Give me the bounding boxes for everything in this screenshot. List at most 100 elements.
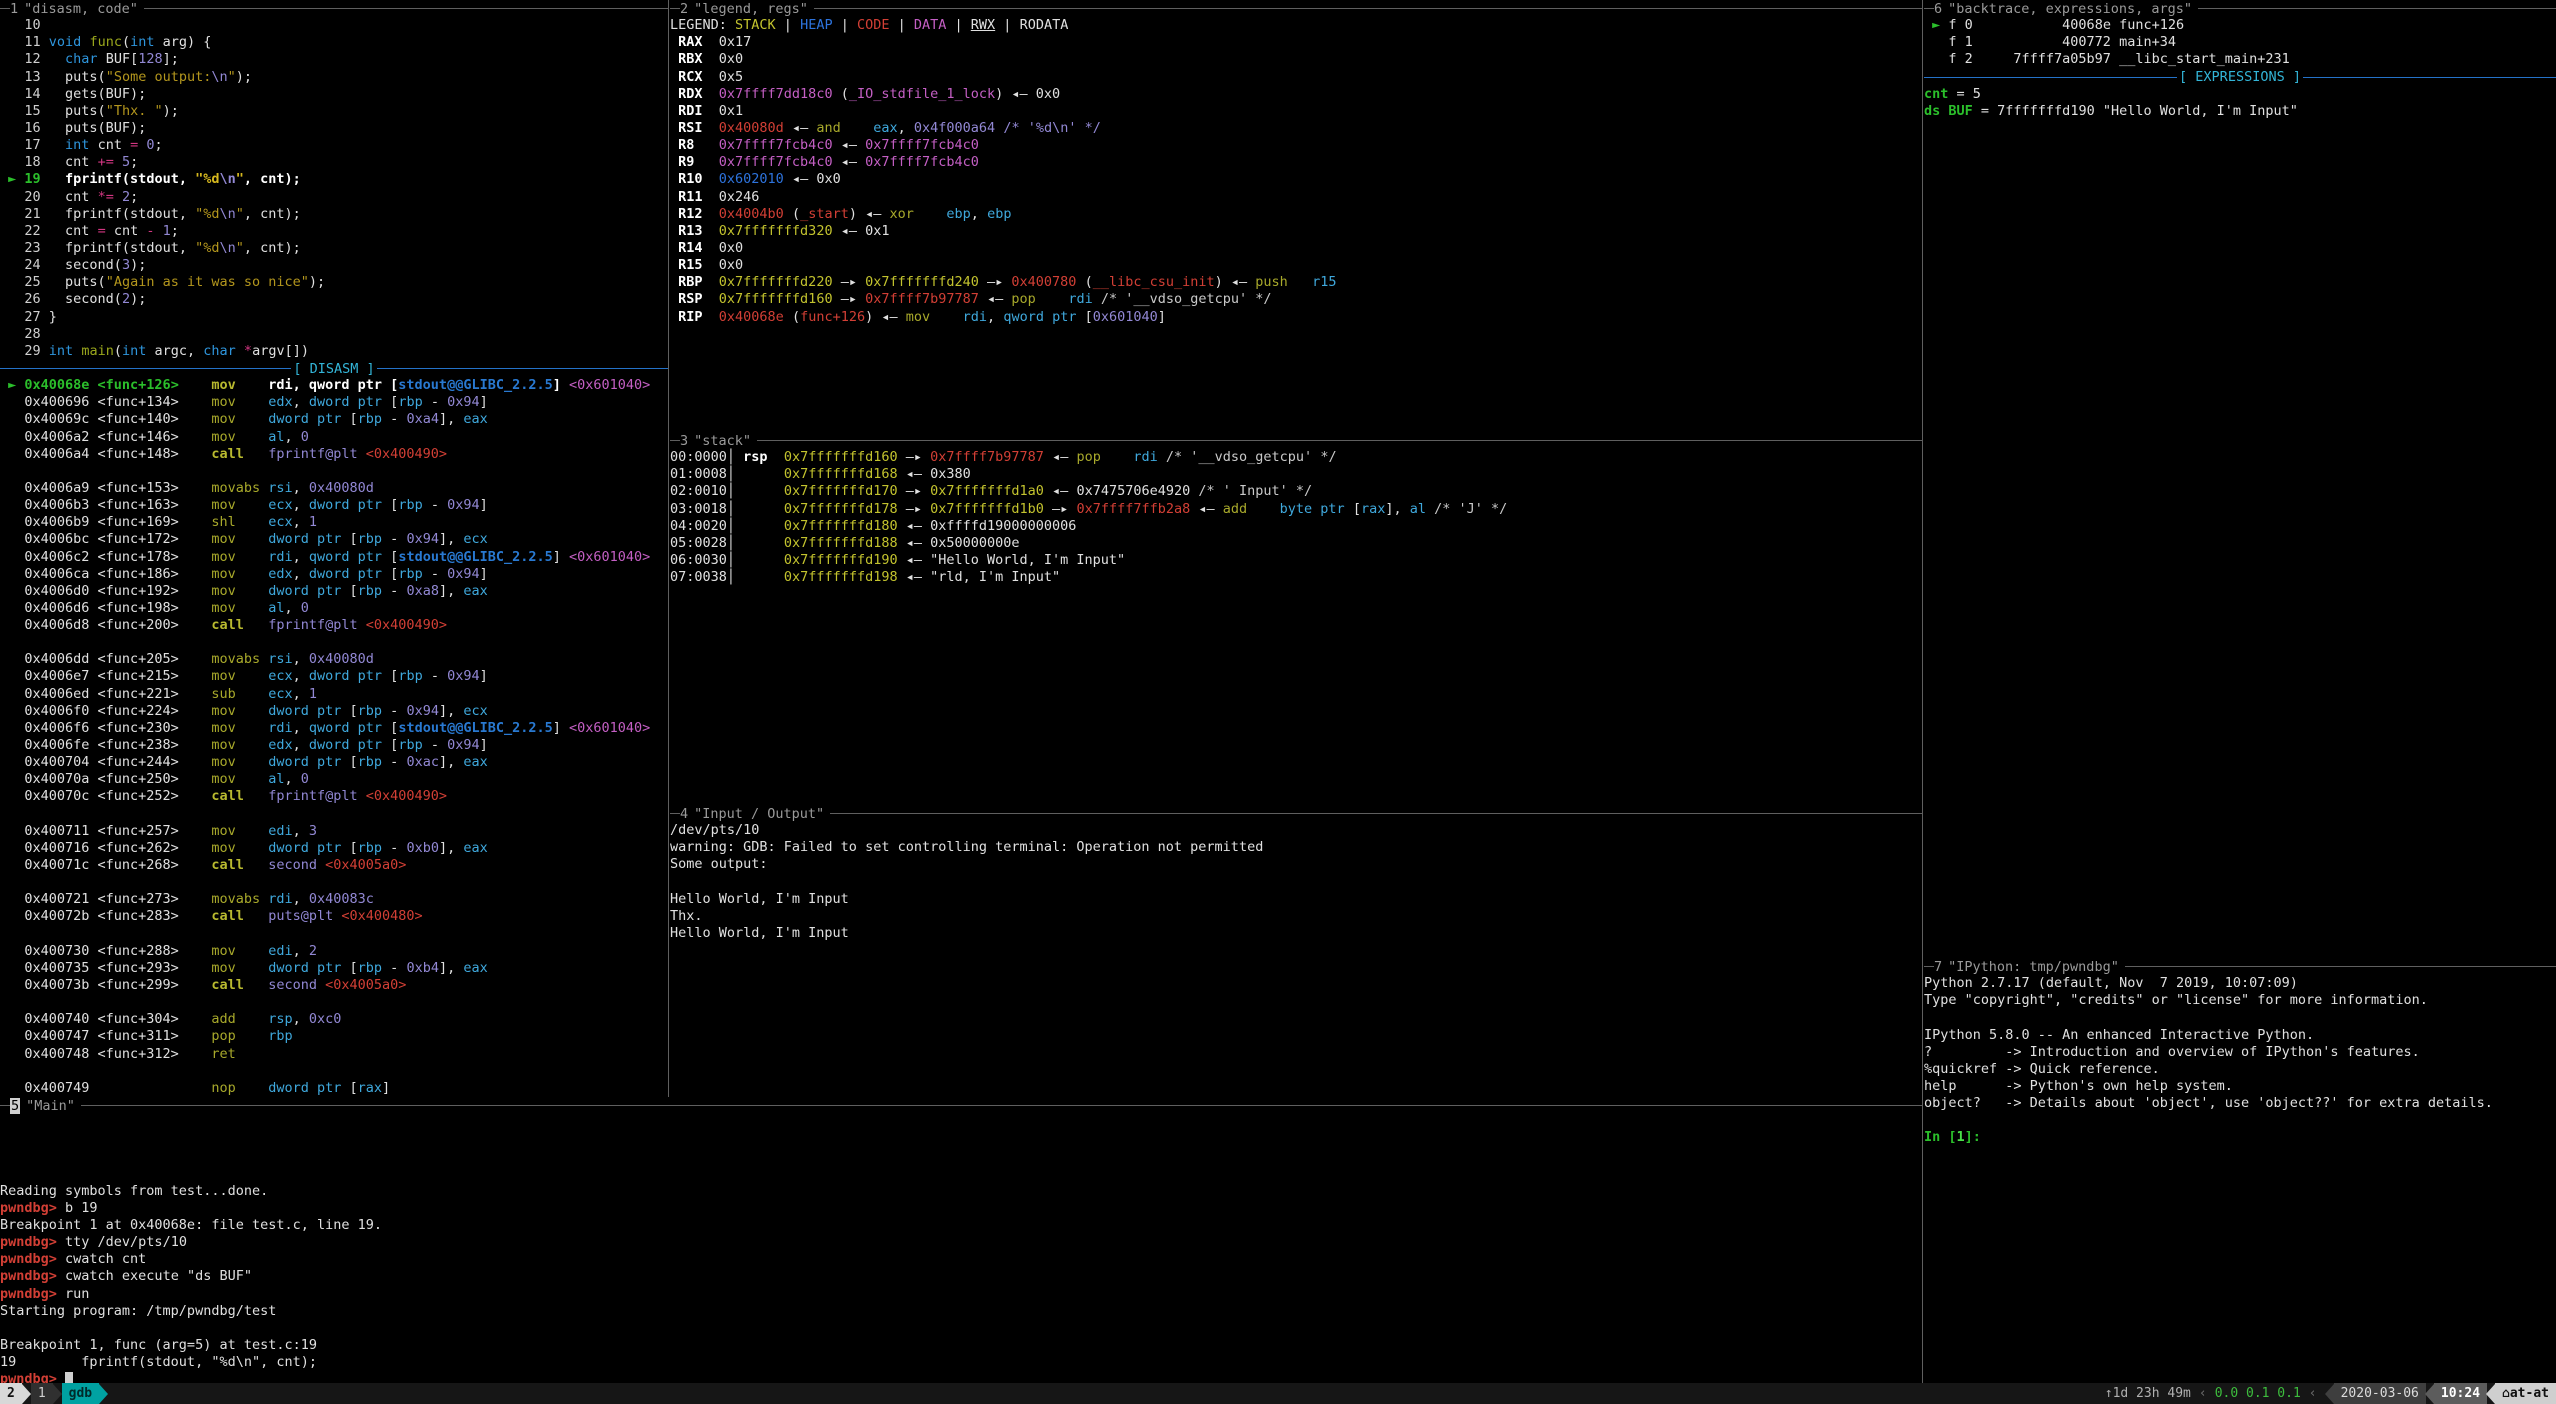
terminal-line: In [1]: [1924, 1129, 2556, 1146]
terminal-text-segment: | [833, 17, 857, 33]
terminal-text-segment: 06:0030 [670, 552, 727, 568]
terminal-text-segment: ( [1076, 274, 1092, 290]
terminal-line: ► f 0 40068e func+126 [1924, 17, 2556, 34]
terminal-text-segment: "Some output: [106, 69, 212, 85]
terminal-line: 00:0000│ rsp 0x7fffffffd160 —▸ 0x7ffff7b… [670, 449, 1922, 466]
terminal-line: 0x400711 <func+257> mov edi, 3 [0, 823, 668, 840]
terminal-text-segment: , [293, 668, 309, 684]
terminal-text-segment: 128 [138, 51, 162, 67]
pane-stack[interactable]: 3"stack" 00:0000│ rsp 0x7fffffffd160 —▸ … [670, 432, 1922, 805]
terminal-text-segment: - [423, 668, 447, 684]
terminal-text-segment: fprintf(stdout, [49, 171, 195, 187]
terminal-line: 03:0018│ 0x7fffffffd178 —▸ 0x7fffffffd1b… [670, 501, 1922, 518]
terminal-text-segment: eax [463, 583, 487, 599]
terminal-text-segment: 0x4004b0 [719, 206, 784, 222]
pane-legend-regs[interactable]: 2"legend, regs" LEGEND: STACK | HEAP | C… [670, 0, 1922, 432]
terminal-line: IPython 5.8.0 -- An enhanced Interactive… [1924, 1027, 2556, 1044]
terminal-text-segment [114, 189, 122, 205]
terminal-text-segment: pwndbg> [0, 1371, 65, 1383]
terminal-text-segment: rbp [358, 840, 382, 856]
terminal-text-segment: 0x4006b9 <func+169> [0, 514, 211, 530]
terminal-text-segment: ◂— [898, 466, 931, 482]
terminal-text-segment: mov [211, 943, 268, 959]
pane-number: 2 [680, 1, 688, 17]
terminal-text-segment: ◂— [784, 120, 817, 136]
terminal-text-segment: , [293, 480, 309, 496]
terminal-text-segment: char [65, 51, 98, 67]
terminal-text-segment: stdout@@GLIBC_2.2.5 [398, 377, 552, 393]
terminal-line: Breakpoint 1 at 0x40068e: file test.c, l… [0, 1217, 1922, 1234]
terminal-text-segment: —▸ [898, 501, 931, 517]
ipython-console-listing[interactable]: Python 2.7.17 (default, Nov 7 2019, 10:0… [1924, 975, 2556, 1146]
terminal-text-segment: f 0 40068e func+126 [1948, 17, 2184, 33]
terminal-text-segment: += [98, 154, 114, 170]
terminal-line: RDI 0x1 [670, 103, 1922, 120]
pane-divider-vertical-right[interactable] [1922, 0, 1923, 1383]
pane-disasm-code[interactable]: 1"disasm, code" 10 11 void func(int arg)… [0, 0, 668, 1097]
terminal-text-segment: - [423, 497, 447, 513]
terminal-text-segment: [ [341, 960, 357, 976]
terminal-text-segment: 0x94 [447, 668, 480, 684]
terminal-text-segment: pop [211, 1028, 268, 1044]
terminal-text-segment: qword ptr [309, 549, 382, 565]
terminal-text-segment: al [268, 429, 284, 445]
terminal-text-segment: [ [341, 583, 357, 599]
pane-title-label: "Input / Output" [694, 806, 824, 822]
pane-input-output[interactable]: 4"Input / Output" /dev/pts/10warning: GD… [670, 805, 1922, 1097]
pane-ipython[interactable]: 7"IPython: tmp/pwndbg" Python 2.7.17 (de… [1924, 958, 2556, 1383]
hostname-badge: ⌂at-at [2495, 1383, 2556, 1404]
terminal-text-segment: eax [463, 754, 487, 770]
terminal-text-segment [1093, 291, 1101, 307]
terminal-text-segment: [ [382, 566, 398, 582]
terminal-text-segment: 0x7fffffffd240 [865, 274, 979, 290]
terminal-text-segment: 0x17 [719, 34, 752, 50]
program-output-listing: /dev/pts/10warning: GDB: Failed to set c… [670, 822, 1922, 942]
pane-main-gdb[interactable]: 5"Main" Reading symbols from test...done… [0, 1097, 1922, 1383]
terminal-text-segment: void [49, 34, 82, 50]
terminal-line: 23 fprintf(stdout, "%d\n", cnt); [0, 240, 668, 257]
pane-backtrace-expressions[interactable]: 6"backtrace, expressions, args" ► f 0 40… [1924, 0, 2556, 958]
terminal-text-segment: 0x7ffff7b97787 [930, 449, 1044, 465]
pane-divider-vertical-left[interactable] [668, 0, 669, 1097]
terminal-text-segment: dword ptr [309, 497, 382, 513]
uptime-icon: ↑ [2105, 1386, 2113, 1401]
terminal-text-segment: 0x400704 <func+244> [0, 754, 211, 770]
terminal-text-segment: <0x4005a0> [325, 857, 406, 873]
terminal-text-segment: push [1255, 274, 1288, 290]
chevron-separator-icon: ‹ [2191, 1386, 2215, 1401]
terminal-line: 0x4006f0 <func+224> mov dword ptr [rbp -… [0, 703, 668, 720]
pane-title-main: 5"Main" [0, 1097, 1922, 1114]
terminal-text-segment: ◂— [979, 291, 1012, 307]
terminal-text-segment [317, 977, 325, 993]
terminal-text-segment: ebp [987, 206, 1011, 222]
gdb-console-listing[interactable]: Reading symbols from test...done.pwndbg>… [0, 1114, 1922, 1383]
separator-line [377, 368, 668, 369]
terminal-text-segment: add [211, 1011, 268, 1027]
terminal-line: 04:0020│ 0x7fffffffd180 ◂— 0xffffd190000… [670, 518, 1922, 535]
terminal-text-segment: CODE [857, 17, 890, 33]
terminal-text-segment: \n [219, 240, 235, 256]
terminal-text-segment: [ [341, 703, 357, 719]
terminal-text-segment: al [268, 600, 284, 616]
terminal-text-segment: int [130, 34, 154, 50]
tmux-window-index[interactable]: 1 [31, 1383, 53, 1404]
terminal-text-segment: 0x0 [719, 257, 743, 273]
terminal-text-segment: 0x94 [406, 703, 439, 719]
terminal-line: 0x4006b3 <func+163> mov ecx, dword ptr [… [0, 497, 668, 514]
terminal-text-segment: ◂— [833, 223, 866, 239]
terminal-text-segment: fprintf@plt [268, 788, 357, 804]
terminal-text-segment: 01:0008 [670, 466, 727, 482]
terminal-text-segment: 0 [146, 137, 154, 153]
pane-title-input-output: 4"Input / Output" [670, 805, 1922, 822]
terminal-text-segment: mov [211, 960, 268, 976]
tmux-window-tab-gdb[interactable]: gdb [62, 1383, 99, 1404]
terminal-line: R14 0x0 [670, 240, 1922, 257]
tmux-session-badge[interactable]: 2 [0, 1383, 22, 1404]
terminal-line: 17 int cnt = 0; [0, 137, 668, 154]
terminal-text-segment: movabs [211, 651, 268, 667]
terminal-line: 0x4006fe <func+238> mov edx, dword ptr [… [0, 737, 668, 754]
terminal-text-segment [154, 223, 162, 239]
terminal-text-segment: ret [211, 1046, 268, 1062]
terminal-text-segment: │ [727, 466, 784, 482]
terminal-text-segment: rbp [398, 497, 422, 513]
